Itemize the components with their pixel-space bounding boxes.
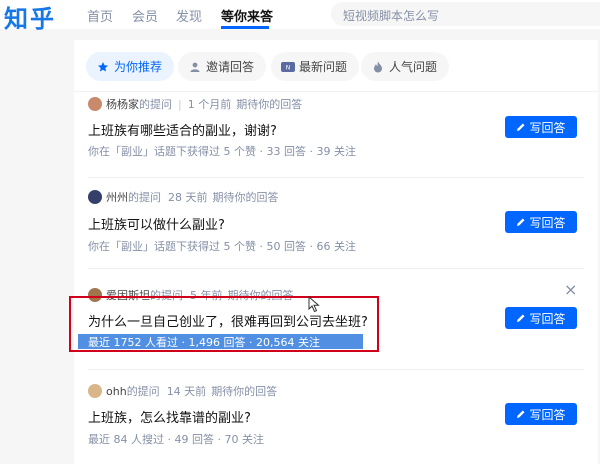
question-stats: 最近 84 人搜过 · 49 回答 · 70 关注 — [88, 433, 264, 446]
nav-discover[interactable]: 发现 — [176, 6, 202, 25]
avatar[interactable] — [88, 190, 102, 204]
question-stats: 你在「副业」话题下获得过 5 个赞 · 50 回答 · 66 关注 — [88, 240, 356, 253]
star-icon — [96, 60, 110, 74]
svg-text:N: N — [286, 64, 291, 71]
pencil-icon — [517, 314, 525, 322]
nav-vip[interactable]: 会员 — [132, 6, 158, 25]
divider — [88, 177, 584, 178]
pencil-icon — [517, 218, 525, 226]
ask-time: 28 天前 — [168, 191, 208, 204]
question-meta: 州州 的提问 28 天前 期待你的回答 — [88, 189, 279, 205]
active-nav-indicator — [221, 26, 269, 29]
tab-label: 为你推荐 — [114, 60, 163, 74]
search-input[interactable]: 短视频脚本怎么写 — [331, 2, 600, 26]
asker-suffix: 的提问 — [126, 385, 160, 398]
nav-waiting-answers[interactable]: 等你来答 — [221, 6, 273, 25]
write-answer-label: 写回答 — [529, 311, 566, 326]
new-badge-icon: N — [281, 60, 295, 74]
asker-suffix: 的提问 — [128, 191, 161, 204]
mouse-cursor-icon — [308, 296, 320, 313]
close-icon[interactable]: × — [564, 280, 577, 299]
tab-latest[interactable]: N 最新问题 — [271, 52, 360, 81]
filter-tabbar: 为你推荐 邀请回答 N 最新问题 人气问题 — [74, 40, 598, 92]
pencil-icon — [517, 410, 525, 418]
write-answer-label: 写回答 — [529, 120, 566, 135]
asker-suffix: 的提问 — [150, 289, 183, 302]
question-title[interactable]: 上班族，怎么找靠谱的副业? — [88, 407, 251, 426]
question-meta: 杨杨家 的提问 | 1 个月前 期待你的回答 — [88, 96, 302, 112]
question-meta: ohh 的提问 14 天前 期待你的回答 — [88, 383, 277, 399]
status-text: 期待你的回答 — [236, 98, 303, 111]
tab-label: 最新问题 — [299, 60, 348, 74]
status-text: 期待你的回答 — [211, 385, 278, 398]
pencil-icon — [517, 123, 525, 131]
tab-popular[interactable]: 人气问题 — [361, 52, 450, 81]
question-item[interactable]: ohh 的提问 14 天前 期待你的回答 上班族，怎么找靠谱的副业? 最近 84… — [74, 379, 598, 459]
write-answer-label: 写回答 — [529, 407, 566, 422]
question-item[interactable]: 杨杨家 的提问 | 1 个月前 期待你的回答 上班族有哪些适合的副业，谢谢? 你… — [74, 92, 598, 172]
user-icon — [188, 60, 202, 74]
divider — [88, 268, 584, 269]
question-meta: 爱因斯坦 的提问 5 年前 期待你的回答 — [88, 287, 294, 303]
fire-icon — [371, 60, 385, 74]
question-item[interactable]: 爱因斯坦 的提问 5 年前 期待你的回答 × 为什么一旦自己创业了，很难再回到公… — [74, 280, 598, 360]
question-title[interactable]: 为什么一旦自己创业了，很难再回到公司去坐班? — [88, 311, 368, 330]
question-item[interactable]: 州州 的提问 28 天前 期待你的回答 上班族可以做什么副业? 你在「副业」话题… — [74, 187, 598, 267]
question-stats: 你在「副业」话题下获得过 5 个赞 · 33 回答 · 39 关注 — [88, 145, 356, 158]
write-answer-label: 写回答 — [529, 215, 566, 230]
ask-time: 14 天前 — [166, 385, 207, 398]
avatar[interactable] — [88, 97, 102, 111]
question-title[interactable]: 上班族可以做什么副业? — [88, 214, 225, 233]
tab-label: 人气问题 — [389, 60, 438, 74]
write-answer-button[interactable]: 写回答 — [505, 116, 577, 138]
status-text: 期待你的回答 — [227, 289, 294, 302]
status-text: 期待你的回答 — [212, 191, 279, 204]
write-answer-button[interactable]: 写回答 — [505, 403, 577, 425]
ask-time: 1 个月前 — [187, 98, 232, 111]
asker-name[interactable]: 州州 — [106, 189, 128, 205]
asker-suffix: 的提问 — [139, 98, 172, 111]
top-header: 知乎 首页 会员 发现 等你来答 短视频脚本怎么写 — [0, 0, 600, 33]
asker-name[interactable]: 爱因斯坦 — [106, 287, 150, 303]
question-feed-card: 为你推荐 邀请回答 N 最新问题 人气问题 杨杨家 的提问 | 1 个月前 期待… — [74, 40, 598, 464]
question-title[interactable]: 上班族有哪些适合的副业，谢谢? — [88, 120, 277, 139]
nav-home[interactable]: 首页 — [87, 6, 113, 25]
divider — [88, 369, 584, 370]
asker-name[interactable]: 杨杨家 — [106, 96, 139, 112]
write-answer-button[interactable]: 写回答 — [505, 211, 577, 233]
question-stats: 最近 1752 人看过 · 1,496 回答 · 20,564 关注 — [88, 336, 320, 349]
write-answer-button[interactable]: 写回答 — [505, 307, 577, 329]
tab-label: 邀请回答 — [206, 60, 255, 74]
ask-time: 5 年前 — [190, 289, 223, 302]
tab-recommended[interactable]: 为你推荐 — [86, 52, 175, 81]
asker-name[interactable]: ohh — [106, 385, 127, 398]
avatar[interactable] — [88, 384, 102, 398]
avatar[interactable] — [88, 288, 102, 302]
tab-invited[interactable]: 邀请回答 — [178, 52, 267, 81]
meta-separator: | — [178, 97, 182, 111]
zhihu-logo[interactable]: 知乎 — [4, 0, 56, 34]
